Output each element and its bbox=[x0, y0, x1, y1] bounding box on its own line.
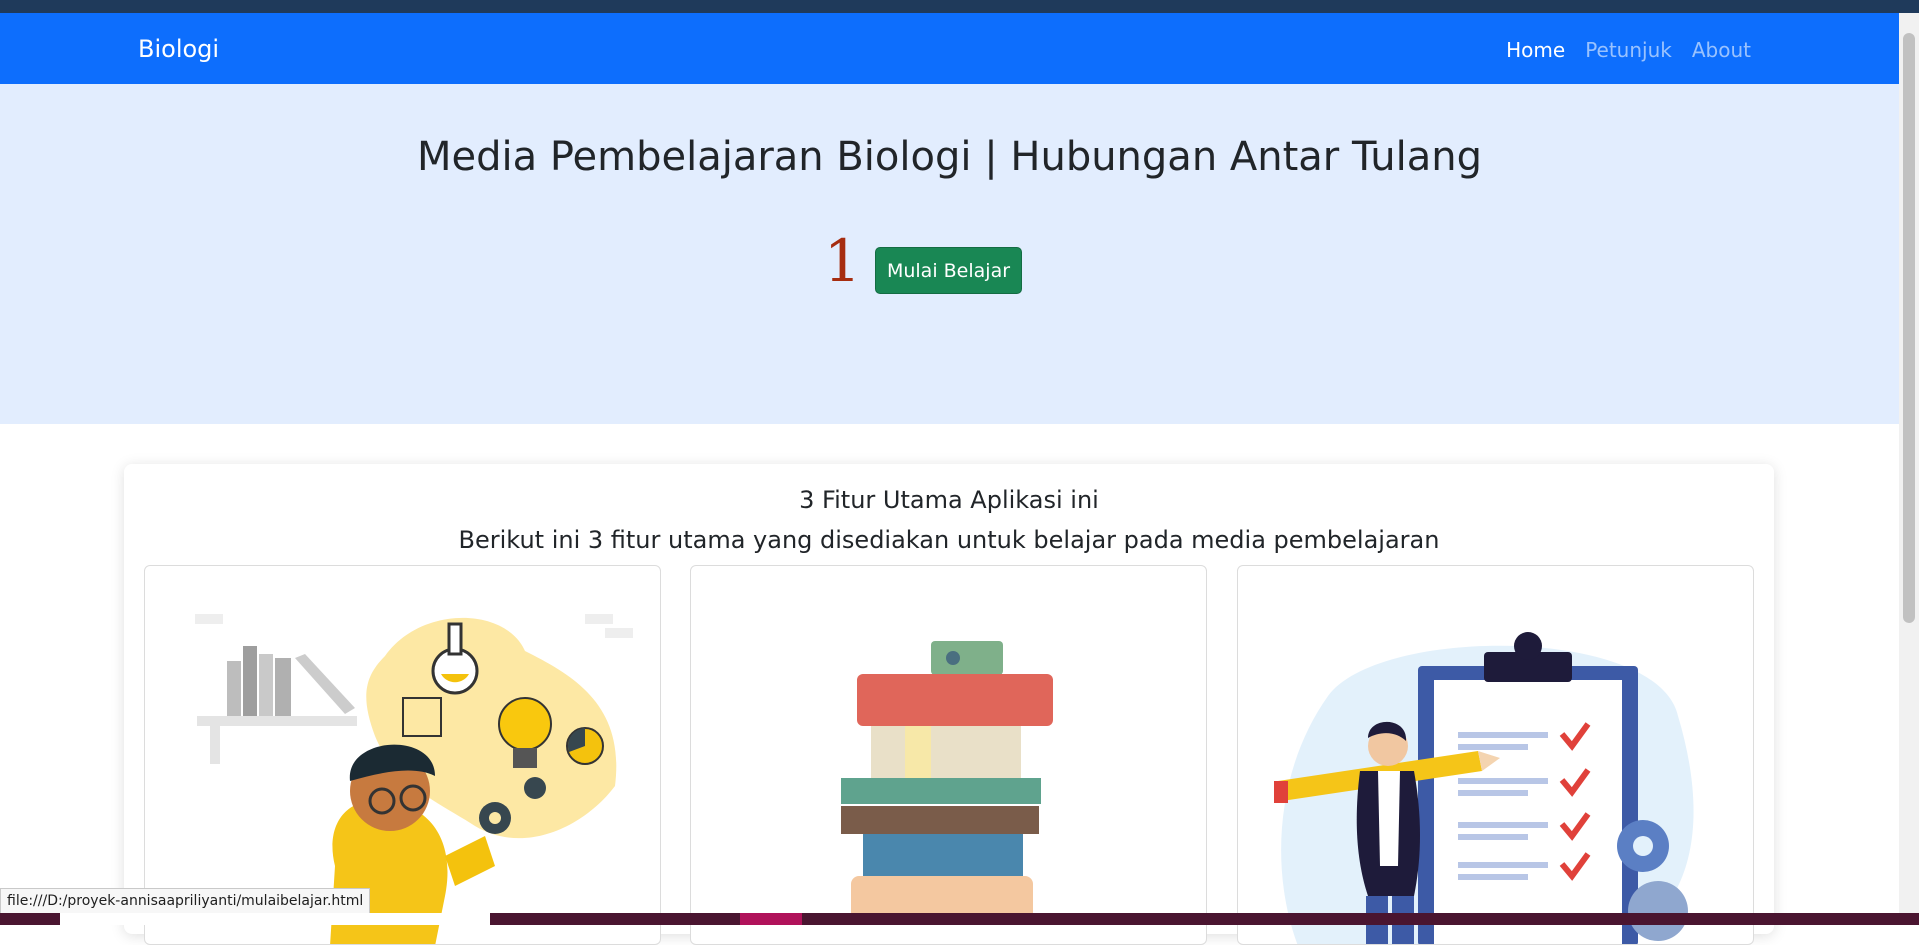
scrollbar-thumb[interactable] bbox=[1903, 33, 1915, 623]
page-title: Media Pembelajaran Biologi | Hubungan An… bbox=[416, 134, 1483, 180]
taskbar bbox=[0, 913, 1919, 925]
browser-top-strip bbox=[0, 0, 1919, 13]
page-scrollbar[interactable] bbox=[1899, 13, 1919, 925]
nav-about[interactable]: About bbox=[1692, 38, 1751, 62]
features-panel: 3 Fitur Utama Aplikasi ini Berikut ini 3… bbox=[124, 464, 1774, 945]
checklist-clipboard-illustration bbox=[1274, 632, 1694, 944]
features-heading: 3 Fitur Utama Aplikasi ini bbox=[799, 486, 1099, 514]
feature-card-3[interactable] bbox=[1237, 565, 1754, 945]
start-learning-button[interactable]: Mulai Belajar bbox=[875, 247, 1022, 294]
taskbar-app-icon[interactable] bbox=[740, 913, 802, 925]
navbar: Biologi Home Petunjuk About bbox=[0, 13, 1899, 84]
hero-section: Media Pembelajaran Biologi | Hubungan An… bbox=[0, 84, 1899, 424]
nav-home[interactable]: Home bbox=[1506, 38, 1565, 62]
nav-links: Home Petunjuk About bbox=[1506, 38, 1751, 62]
feature-card-2[interactable] bbox=[690, 565, 1207, 945]
features-subheading: Berikut ini 3 fitur utama yang disediaka… bbox=[458, 526, 1440, 554]
navbar-brand[interactable]: Biologi bbox=[138, 35, 219, 63]
status-bar-url: file:///D:/proyek-annisaapriliyanti/mula… bbox=[0, 888, 371, 914]
taskbar-highlight bbox=[60, 913, 490, 925]
nav-petunjuk[interactable]: Petunjuk bbox=[1585, 38, 1672, 62]
book-stack-illustration bbox=[841, 641, 1053, 924]
counter-number: 1 bbox=[824, 227, 861, 295]
